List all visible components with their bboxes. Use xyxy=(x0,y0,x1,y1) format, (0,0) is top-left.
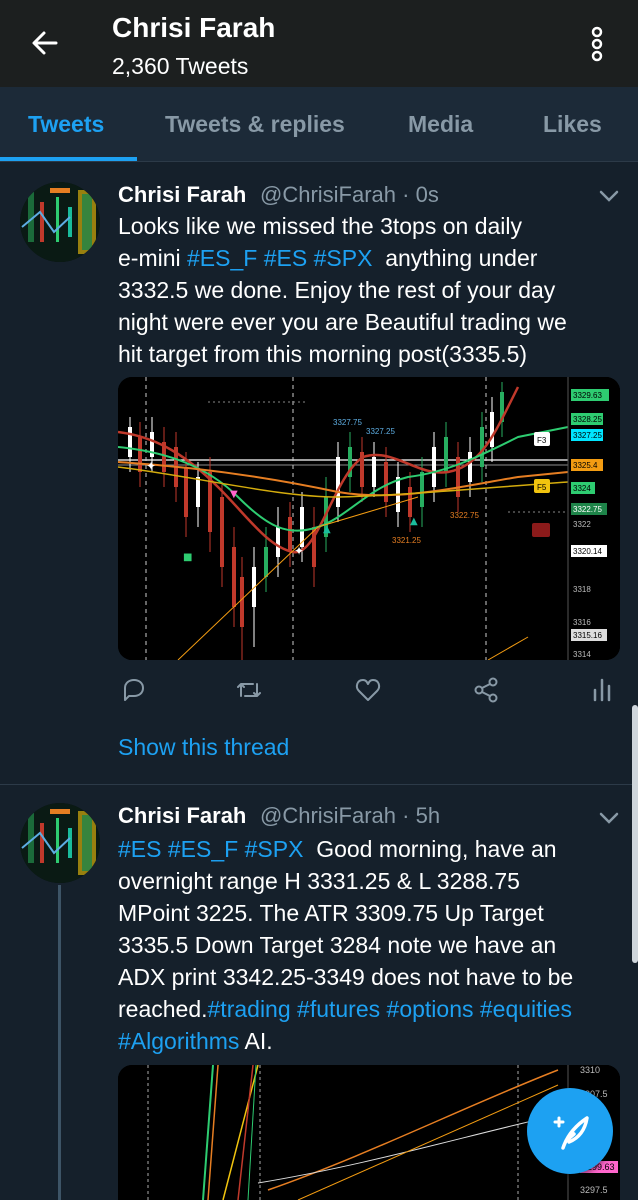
avatar[interactable] xyxy=(20,182,100,262)
compose-tweet-button[interactable] xyxy=(527,1088,613,1174)
tweet-text: #ES #ES_F #SPX Good morning, have an ove… xyxy=(118,833,628,1057)
hashtag-link[interactable]: #options xyxy=(387,996,474,1022)
tweet-count: 2,360 Tweets xyxy=(112,53,249,79)
tweet-line: Looks like we missed the 3tops on daily xyxy=(118,213,522,239)
price-axis-label: 3329.63 xyxy=(573,391,602,400)
tweet-line: #ES #ES_F #SPX Good morning, have an xyxy=(118,833,628,865)
tweet-line: e-mini #ES_F #ES #SPX anything under xyxy=(118,242,623,274)
hashtag-link[interactable]: #ES xyxy=(264,245,307,271)
tweet-line: 3332.5 we done. Enjoy the rest of your d… xyxy=(118,277,556,303)
price-axis-label: 3320.14 xyxy=(573,547,602,556)
tweet-line: reached.#trading #futures #options #equi… xyxy=(118,993,628,1025)
thread-connector-line xyxy=(58,885,61,1200)
chart-annotation: 3322.75 xyxy=(450,511,479,520)
hashtag-link[interactable]: #SPX xyxy=(314,245,373,271)
tweet-line: hit target from this morning post(3335.5… xyxy=(118,341,528,367)
hashtag-link[interactable]: #SPX xyxy=(245,836,304,862)
tweet-line: ADX print 3342.25-3349 does not have to … xyxy=(118,964,574,990)
share-icon[interactable] xyxy=(472,676,500,704)
tweet-line-text: anything under xyxy=(372,245,538,271)
price-axis-label: 3328.25 xyxy=(573,415,602,424)
tweet-line-text: Good morning, have an xyxy=(303,836,557,862)
hashtag-link[interactable]: #trading xyxy=(208,996,291,1022)
tweet-time: · 5h xyxy=(402,803,441,828)
tweet-line-text: reached. xyxy=(118,996,208,1022)
tweet-line: #Algorithms AI. xyxy=(118,1025,628,1057)
show-thread-link[interactable]: Show this thread xyxy=(118,734,289,761)
app-bar: Chrisi Farah 2,360 Tweets xyxy=(0,0,638,87)
author-handle-text: @ChrisiFarah xyxy=(260,182,397,207)
tweet-time: · 0s xyxy=(402,182,439,207)
chart-marker: ▲ xyxy=(410,516,418,527)
like-icon[interactable] xyxy=(354,676,382,704)
hashtag-link[interactable]: #Algorithms xyxy=(118,1028,239,1054)
profile-name-title: Chrisi Farah xyxy=(112,12,276,43)
tweet-line: night were ever you are Beautiful tradin… xyxy=(118,309,567,335)
author-handle: @ChrisiFarah · 0s xyxy=(260,182,439,208)
tweet-item[interactable]: Chrisi Farah @ChrisiFarah · 0s Looks lik… xyxy=(0,162,638,784)
tweet-line-text: e-mini xyxy=(118,245,188,271)
author-name[interactable]: Chrisi Farah xyxy=(118,803,246,829)
chevron-down-icon[interactable] xyxy=(598,811,620,825)
tab-tweets-and-replies[interactable]: Tweets & replies xyxy=(165,111,345,138)
chart-marker: ■ xyxy=(183,552,192,563)
more-vertical-icon[interactable] xyxy=(585,26,609,62)
hashtag-link[interactable]: #ES xyxy=(118,836,161,862)
chart-marker: ✦ xyxy=(146,459,156,473)
hashtag-link[interactable]: #ES_F xyxy=(168,836,238,862)
price-axis-label: 3315.16 xyxy=(573,631,602,640)
trading-chart-graphic: 3327.75 3327.25 3321.25 3322.75 F3 F5 ✦ … xyxy=(118,377,620,660)
chart-annotation: 3321.25 xyxy=(392,536,421,545)
profile-tabs: Tweets Tweets & replies Media Likes xyxy=(0,87,638,162)
tweet-actions xyxy=(118,676,618,706)
author-handle: @ChrisiFarah · 5h xyxy=(260,803,440,829)
avatar-image xyxy=(20,803,100,883)
chart-annotation: F5 xyxy=(537,483,547,492)
price-axis-label: 3327.25 xyxy=(573,431,602,440)
author-handle-text: @ChrisiFarah xyxy=(260,803,397,828)
author-name[interactable]: Chrisi Farah xyxy=(118,182,246,208)
price-axis-label: 3316 xyxy=(573,618,591,627)
price-axis-label: 3322 xyxy=(573,520,591,529)
retweet-icon[interactable] xyxy=(235,676,263,704)
hashtag-link[interactable]: #equities xyxy=(480,996,572,1022)
tweet-line: overnight range H 3331.25 & L 3288.75 xyxy=(118,868,520,894)
tab-tweets[interactable]: Tweets xyxy=(28,111,104,138)
compose-tweet-icon xyxy=(553,1116,589,1150)
tweet-text: Looks like we missed the 3tops on daily … xyxy=(118,210,623,370)
chart-annotation: F3 xyxy=(537,436,547,445)
chart-marker: ▼ xyxy=(230,489,238,500)
active-tab-indicator xyxy=(0,157,137,161)
price-axis-label: 3310 xyxy=(580,1065,600,1075)
hashtag-link[interactable]: #ES_F xyxy=(187,245,257,271)
price-axis-label: 3322.75 xyxy=(573,505,602,514)
chart-marker: ✦ xyxy=(294,544,304,558)
analytics-icon[interactable] xyxy=(588,676,616,704)
price-axis-label: 3325.4 xyxy=(573,461,598,470)
chart-marker: ▲ xyxy=(323,524,331,535)
price-axis-label: 3297.5 xyxy=(580,1185,608,1195)
tweet-line: 3335.5 Down Target 3284 note we have an xyxy=(118,932,557,958)
scrollbar-thumb[interactable] xyxy=(632,705,638,963)
tweet-line-text: AI. xyxy=(239,1028,273,1054)
chart-annotation: 3327.75 xyxy=(333,418,362,427)
reply-icon[interactable] xyxy=(120,676,148,704)
hashtag-link[interactable]: #futures xyxy=(297,996,380,1022)
avatar-image xyxy=(20,182,100,262)
avatar[interactable] xyxy=(20,803,100,883)
tweet-image-trading-chart[interactable]: 3327.75 3327.25 3321.25 3322.75 F3 F5 ✦ … xyxy=(118,377,620,660)
price-axis-label: 3324 xyxy=(573,484,591,493)
chevron-down-icon[interactable] xyxy=(598,189,620,203)
price-axis-label: 3314 xyxy=(573,650,591,659)
price-axis-label: 3318 xyxy=(573,585,591,594)
back-arrow-icon[interactable] xyxy=(30,28,60,58)
tab-media[interactable]: Media xyxy=(408,111,473,138)
tab-likes[interactable]: Likes xyxy=(543,111,602,138)
tweet-line: MPoint 3225. The ATR 3309.75 Up Target xyxy=(118,900,544,926)
chart-annotation: 3327.25 xyxy=(366,427,395,436)
